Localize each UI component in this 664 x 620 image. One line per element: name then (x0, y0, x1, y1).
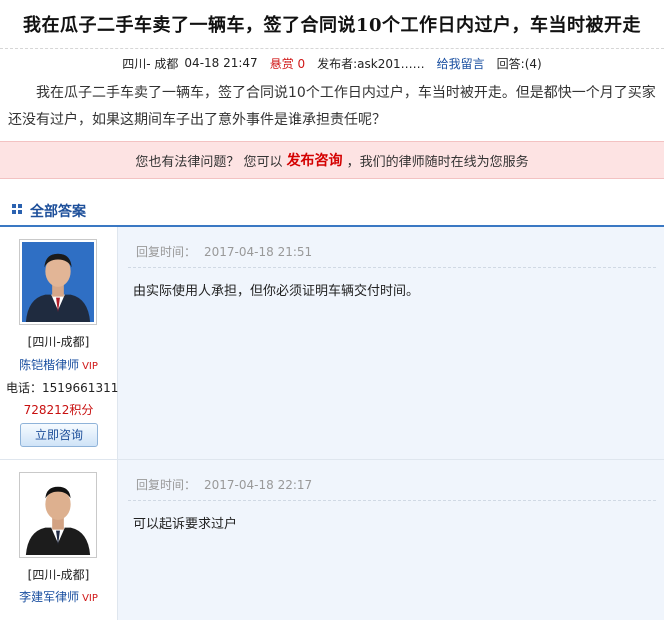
lawyer-location: [四川-成都] (27, 568, 90, 582)
lawyer-name-line: 陈铠楷律师 VIP (0, 356, 117, 373)
lawyer-points: 728212积分 (23, 403, 94, 417)
reply-time: 回复时间： 2017-04-18 22:17 (136, 476, 312, 493)
question-author: 发布者:ask201…… (317, 56, 425, 71)
answer-item: [四川-成都] 陈铠楷律师 VIP 电话：15196613110 728212积分… (0, 227, 664, 460)
reply-time-value: 2017-04-18 22:17 (204, 478, 313, 492)
reply-time-label: 回复时间： (136, 478, 197, 492)
lawyer-location: [四川-成都] (27, 335, 90, 349)
lawyer-name-line: 李建军律师 VIP (0, 588, 117, 605)
reply-time-label: 回复时间： (136, 245, 197, 259)
lawyer-name-link[interactable]: 陈铠楷律师 (19, 358, 79, 372)
leave-message-link[interactable]: 给我留言 (437, 55, 485, 72)
answer-item: [四川-成都] 李建军律师 VIP 回复时间： 2017-04-18 22:17 可… (0, 460, 664, 620)
reply-divider (128, 267, 656, 269)
reply-time-value: 2017-04-18 21:51 (204, 245, 313, 259)
question-title: 我在瓜子二手车卖了一辆车，签了合同说10个工作日内过户，车当时被开走 (22, 15, 642, 36)
lawyer-card: [四川-成都] 李建军律师 VIP (0, 460, 118, 620)
question-date: 04-18 21:47 (184, 56, 258, 70)
banner-suffix: ，我们的律师随时在线为您服务 (346, 154, 529, 170)
reply-divider (128, 500, 656, 502)
reply-time: 回复时间： 2017-04-18 21:51 (136, 243, 312, 260)
consult-now-button[interactable]: 立即咨询 (20, 423, 98, 447)
title-divider (0, 48, 664, 50)
lawyer-name-link[interactable]: 李建军律师 (19, 590, 79, 604)
question-body: 我在瓜子二手车卖了一辆车，签了合同说10个工作日内过户，车当时被开走。但是都快一… (8, 85, 656, 128)
question-location: 四川- 成都 (122, 56, 179, 71)
lawyer-avatar[interactable] (19, 239, 97, 325)
lawyer-phone: 电话：15196613110 (6, 381, 126, 395)
reward-badge: 悬赏 0 (269, 56, 306, 71)
vip-badge: VIP (82, 593, 98, 604)
answer-content (118, 227, 664, 459)
answer-count: 回答:(4) (496, 56, 542, 71)
consult-banner: 您也有法律问题？ 您可以 发布咨询 ，我们的律师随时在线为您服务 (0, 141, 664, 179)
reply-text: 可以起诉要求过户 (133, 517, 238, 532)
answers-section-title: 全部答案 (30, 204, 86, 220)
grid-squares-icon (12, 204, 22, 214)
reply-text: 由实际使用人承担，但你必须证明车辆交付时间。 (133, 284, 420, 299)
lawyer-avatar[interactable] (19, 472, 97, 558)
banner-prefix: 您也有法律问题？ 您可以 (135, 154, 283, 170)
question-meta: 四川- 成都 04-18 21:47 悬赏 0 发布者:ask201…… 给我留… (0, 52, 664, 74)
vip-badge: VIP (82, 361, 98, 372)
publish-consult-link[interactable]: 发布咨询 (287, 150, 343, 170)
answers-section-header: 全部答案 (0, 195, 664, 227)
lawyer-card: [四川-成都] 陈铠楷律师 VIP 电话：15196613110 728212积分… (0, 227, 126, 459)
